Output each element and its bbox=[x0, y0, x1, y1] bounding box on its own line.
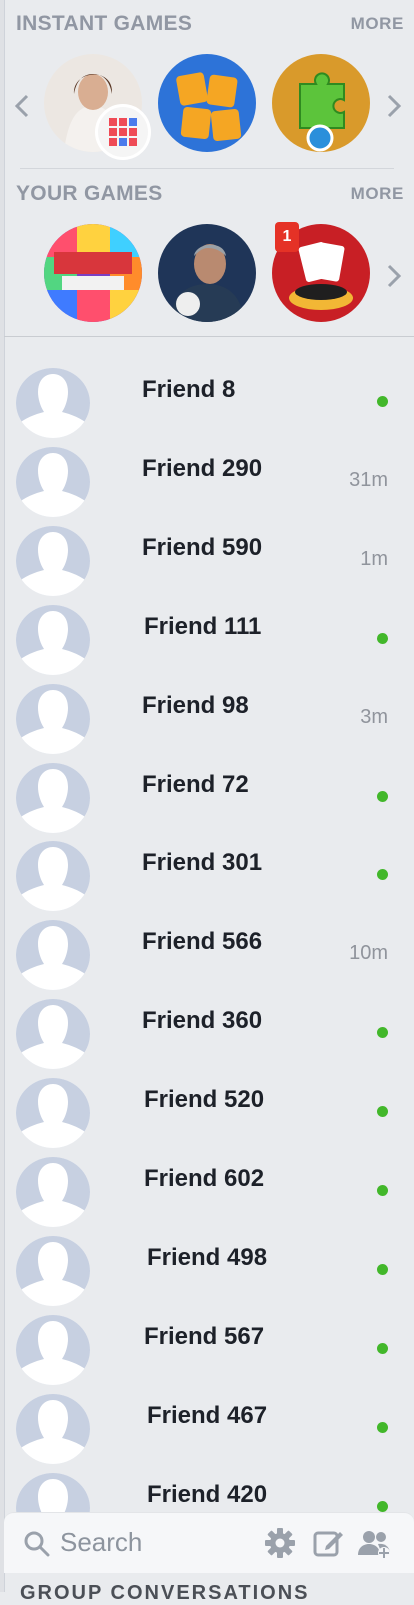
default-avatar-icon bbox=[16, 1157, 90, 1227]
last-active-time: 31m bbox=[349, 469, 388, 491]
bottom-toolbar: Search bbox=[4, 1512, 414, 1573]
online-status-dot bbox=[377, 1106, 388, 1117]
online-status-dot bbox=[377, 633, 388, 644]
default-avatar-icon bbox=[16, 605, 90, 675]
friend-row[interactable]: Friend 290 31m bbox=[0, 441, 414, 520]
friend-row[interactable]: Friend 72 bbox=[0, 757, 414, 836]
compose-icon[interactable] bbox=[310, 1525, 346, 1561]
word-game-image bbox=[158, 54, 256, 152]
chevron-right-icon[interactable] bbox=[382, 90, 406, 122]
friend-row[interactable]: Friend 498 bbox=[0, 1230, 414, 1309]
friend-name: Friend 566 bbox=[142, 928, 263, 955]
game-tile-tetris[interactable] bbox=[44, 224, 142, 322]
friend-row[interactable]: Friend 8 bbox=[0, 362, 414, 441]
friend-name: Friend 520 bbox=[144, 1086, 265, 1113]
online-status-dot bbox=[377, 1027, 388, 1038]
online-status-dot bbox=[377, 1343, 388, 1354]
default-avatar-icon bbox=[16, 447, 90, 517]
friend-row[interactable]: Friend 111 bbox=[0, 599, 414, 678]
new-group-icon[interactable] bbox=[356, 1525, 392, 1561]
block-puzzle-icon bbox=[98, 107, 148, 157]
online-status-dot bbox=[377, 869, 388, 880]
football-manager-image bbox=[158, 224, 256, 322]
game-tile-words[interactable] bbox=[158, 54, 256, 152]
friend-name: Friend 72 bbox=[142, 771, 249, 798]
friend-name: Friend 98 bbox=[142, 692, 249, 719]
chevron-left-icon[interactable] bbox=[10, 90, 34, 122]
default-avatar-icon bbox=[16, 1078, 90, 1148]
last-active-time: 1m bbox=[360, 548, 388, 570]
online-status-dot bbox=[377, 1264, 388, 1275]
jigsaw-puzzle-image bbox=[272, 54, 370, 152]
game-tile-football[interactable] bbox=[158, 224, 256, 322]
friend-name: Friend 467 bbox=[147, 1402, 268, 1429]
default-avatar-icon bbox=[16, 999, 90, 1069]
default-avatar-icon bbox=[16, 1394, 90, 1464]
friend-name: Friend 602 bbox=[144, 1165, 265, 1192]
friend-name: Friend 498 bbox=[147, 1244, 268, 1271]
friend-row[interactable]: Friend 98 3m bbox=[0, 678, 414, 757]
friend-row[interactable]: Friend 566 10m bbox=[0, 914, 414, 993]
online-status-dot bbox=[377, 396, 388, 407]
last-active-time: 3m bbox=[360, 706, 388, 728]
default-avatar-icon bbox=[16, 841, 90, 911]
gear-icon[interactable] bbox=[262, 1525, 298, 1561]
instant-games-header: INSTANT GAMES MORE bbox=[16, 12, 404, 36]
friend-name: Friend 111 bbox=[144, 613, 262, 640]
online-status-dot bbox=[377, 1185, 388, 1196]
online-status-dot bbox=[377, 791, 388, 802]
online-status-dot bbox=[377, 1501, 388, 1512]
instant-games-row bbox=[0, 54, 414, 160]
friend-name: Friend 290 bbox=[142, 455, 263, 482]
friend-row[interactable]: Friend 467 bbox=[0, 1388, 414, 1467]
tetris-battle-image bbox=[44, 224, 142, 322]
friend-name: Friend 590 bbox=[142, 534, 263, 561]
online-status-dot bbox=[377, 1422, 388, 1433]
friend-row[interactable]: Friend 360 bbox=[0, 993, 414, 1072]
friend-name: Friend 301 bbox=[142, 849, 263, 876]
friend-row[interactable]: Friend 520 bbox=[0, 1072, 414, 1151]
poker-notification-badge: 1 bbox=[275, 222, 299, 252]
last-active-time: 10m bbox=[349, 942, 388, 964]
search-input[interactable]: Search bbox=[60, 1527, 142, 1558]
your-games-title: YOUR GAMES bbox=[16, 182, 163, 205]
friend-row[interactable]: Friend 301 bbox=[0, 835, 414, 914]
games-divider bbox=[4, 336, 414, 337]
default-avatar-icon bbox=[16, 684, 90, 754]
friend-name: Friend 8 bbox=[142, 376, 236, 403]
group-conversations-header: GROUP CONVERSATIONS bbox=[20, 1582, 310, 1604]
default-avatar-icon bbox=[16, 1315, 90, 1385]
friend-name: Friend 420 bbox=[147, 1481, 268, 1508]
search-icon bbox=[24, 1531, 50, 1557]
default-avatar-icon bbox=[16, 368, 90, 438]
friend-row[interactable]: Friend 602 bbox=[0, 1151, 414, 1230]
instant-games-more-link[interactable]: MORE bbox=[351, 14, 404, 34]
game-tile-jigsaw[interactable] bbox=[272, 54, 370, 152]
game-sub-badge-blocks bbox=[95, 104, 151, 160]
your-games-more-link[interactable]: MORE bbox=[351, 184, 404, 204]
default-avatar-icon bbox=[16, 763, 90, 833]
your-games-header: YOUR GAMES MORE bbox=[16, 182, 404, 206]
friend-name: Friend 360 bbox=[142, 1007, 263, 1034]
friend-row[interactable]: Friend 567 bbox=[0, 1309, 414, 1388]
your-games-row: 1 bbox=[0, 222, 414, 328]
default-avatar-icon bbox=[16, 920, 90, 990]
default-avatar-icon bbox=[16, 1236, 90, 1306]
default-avatar-icon bbox=[16, 526, 90, 596]
friend-name: Friend 567 bbox=[144, 1323, 265, 1350]
section-divider bbox=[20, 168, 394, 169]
instant-games-title: INSTANT GAMES bbox=[16, 12, 193, 35]
chevron-right-icon[interactable] bbox=[382, 260, 406, 292]
friend-row[interactable]: Friend 590 1m bbox=[0, 520, 414, 599]
